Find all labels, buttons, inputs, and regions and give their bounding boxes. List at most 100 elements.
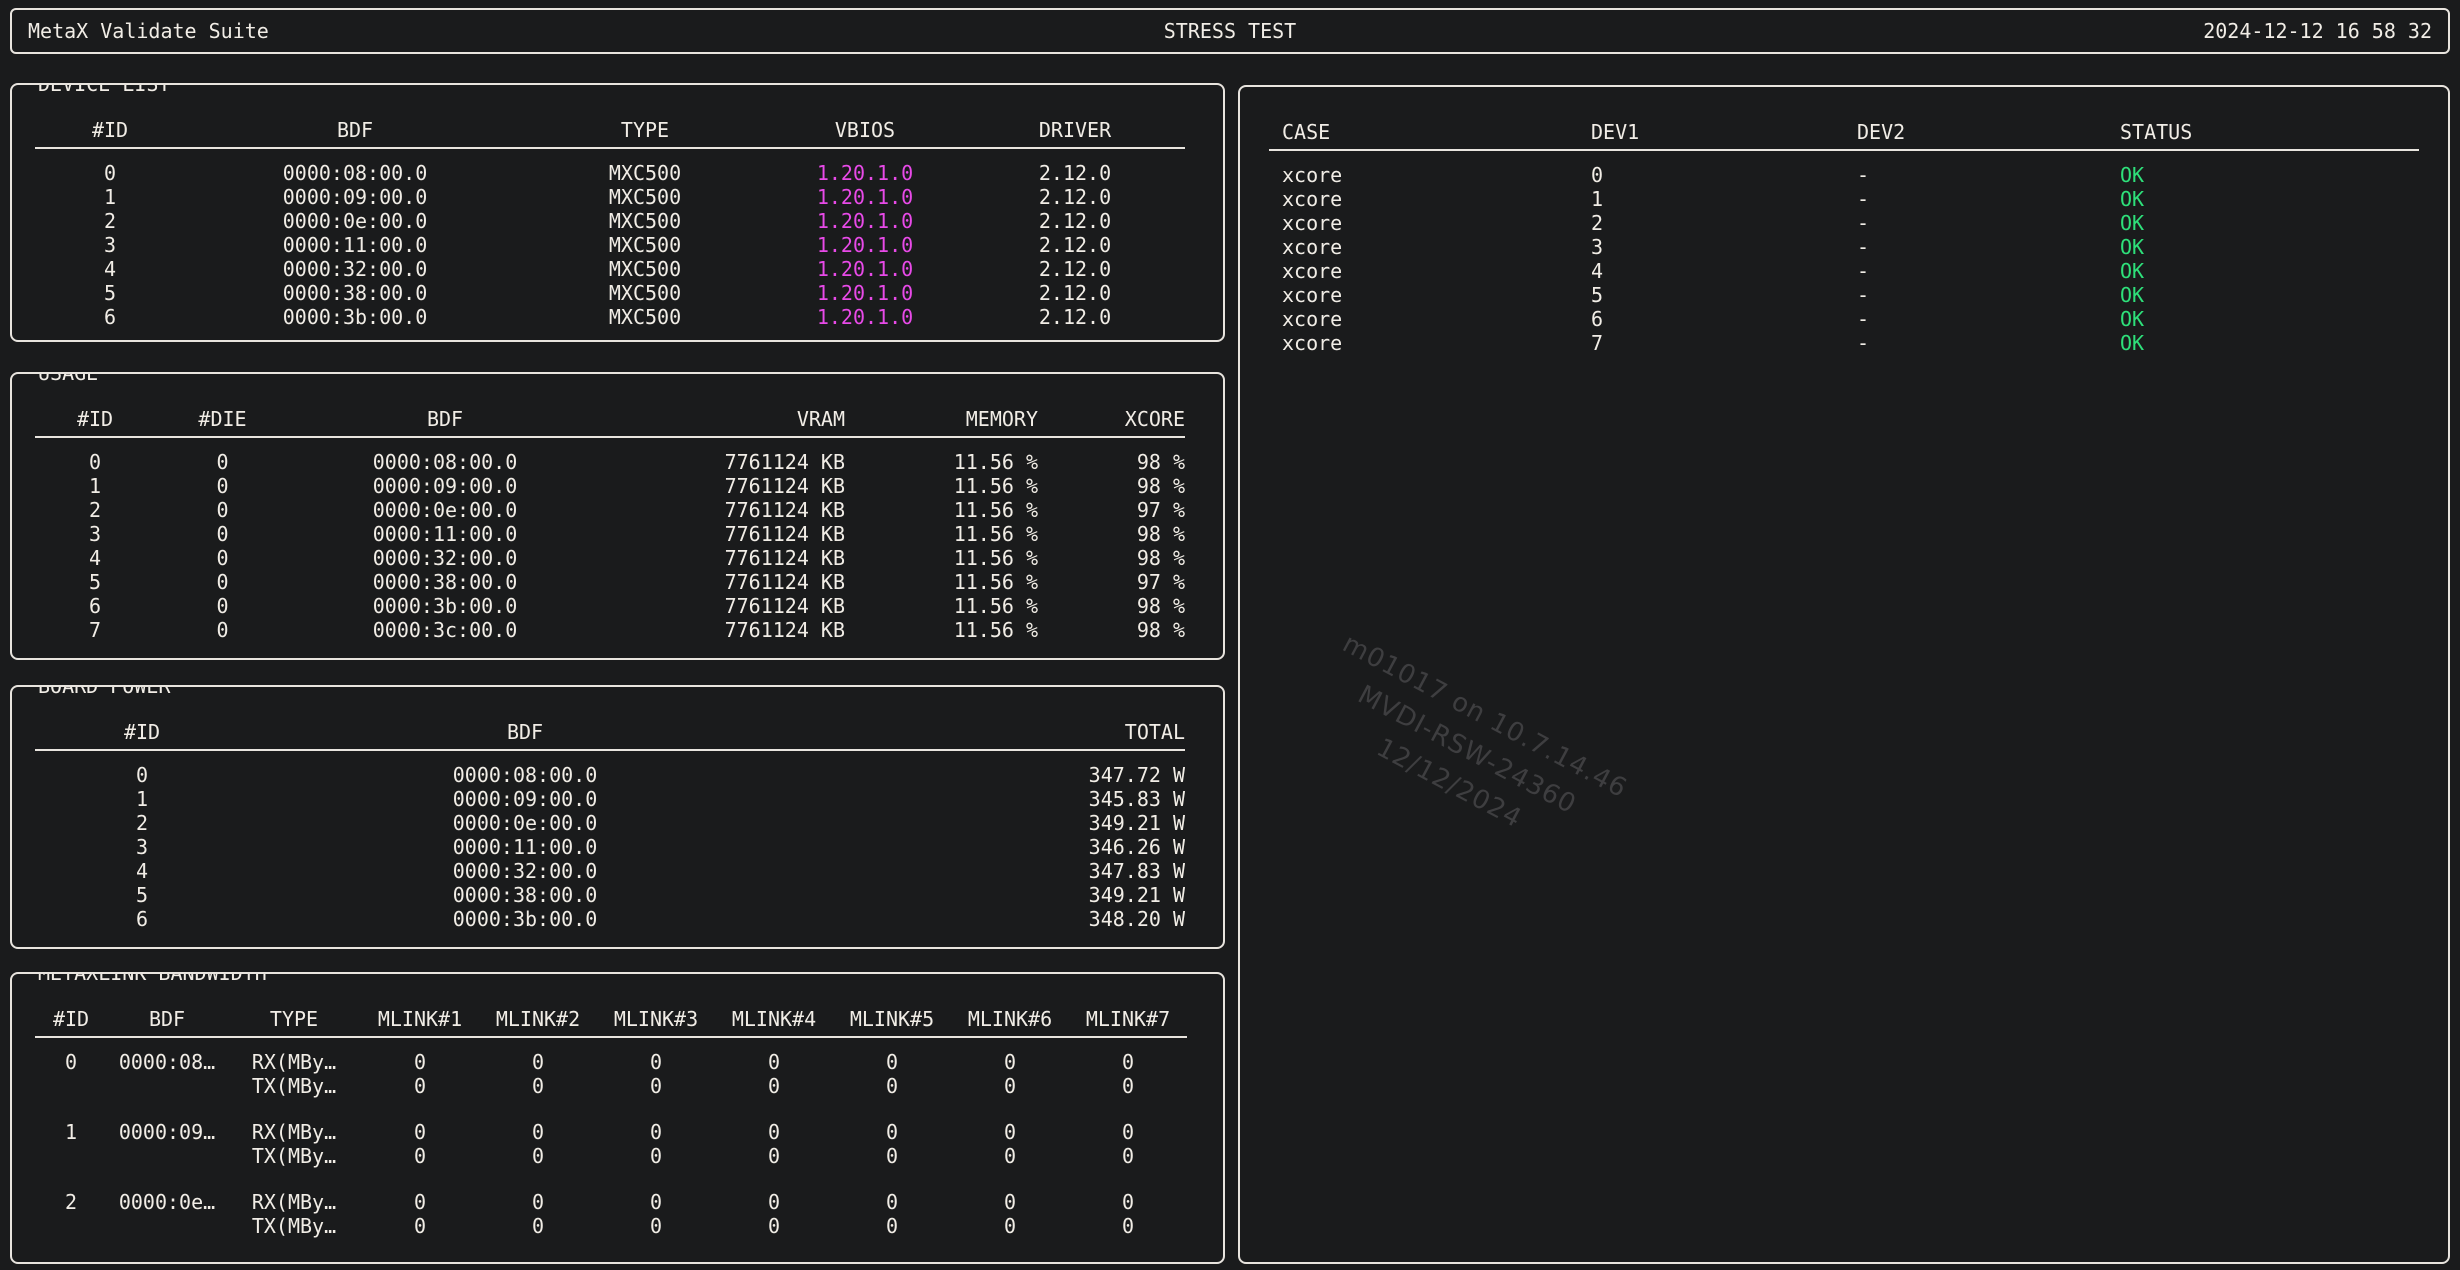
cell: 0: [833, 1120, 951, 1144]
cell: 3: [35, 233, 185, 257]
cell: -: [1844, 211, 2107, 235]
cell: -: [1844, 283, 2107, 307]
column-header: MEMORY: [845, 402, 1038, 436]
cell: 7761124 KB: [600, 498, 845, 522]
header-separator: [1269, 149, 2419, 163]
cell: 0: [715, 1120, 833, 1144]
cell: 0000:09…: [107, 1120, 227, 1144]
cell: 349.21 W: [801, 883, 1185, 907]
cell: 0000:3b:00.0: [290, 594, 600, 618]
cell: MXC500: [525, 209, 765, 233]
metaxlink-bandwidth-panel-title: METAXLINK BANDWIDTH: [28, 972, 277, 985]
cell: 346.26 W: [801, 835, 1185, 859]
cell: 1.20.1.0: [765, 233, 965, 257]
cell: 0: [35, 161, 185, 185]
cell: 0: [597, 1214, 715, 1238]
column-header: BDF: [249, 715, 801, 749]
cell: [35, 1144, 107, 1168]
cell: 0: [479, 1050, 597, 1074]
cell: 345.83 W: [801, 787, 1185, 811]
cell: 0000:3b:00.0: [249, 907, 801, 931]
cell: OK: [2107, 259, 2419, 283]
cell: 2.12.0: [965, 257, 1185, 281]
cell: xcore: [1269, 331, 1578, 355]
cell: 0: [951, 1190, 1069, 1214]
column-header: BDF: [290, 402, 600, 436]
cell: OK: [2107, 307, 2419, 331]
cell: 0: [361, 1214, 479, 1238]
column-header: #DIE: [155, 402, 290, 436]
cell: 0000:0e:00.0: [290, 498, 600, 522]
cell: 0000:11:00.0: [185, 233, 525, 257]
cell: xcore: [1269, 307, 1578, 331]
column-header: STATUS: [2107, 115, 2419, 149]
cell: 0: [833, 1190, 951, 1214]
cell: [107, 1074, 227, 1098]
cell: OK: [2107, 283, 2419, 307]
cell: 348.20 W: [801, 907, 1185, 931]
cell: 0: [155, 618, 290, 642]
cell: 7761124 KB: [600, 450, 845, 474]
cell: 0: [1578, 163, 1844, 187]
cell: 0: [715, 1190, 833, 1214]
cell: 7761124 KB: [600, 594, 845, 618]
cell: 0: [597, 1050, 715, 1074]
cell: 0000:0e:00.0: [185, 209, 525, 233]
row-spacer: [35, 1098, 1187, 1120]
cell: MXC500: [525, 161, 765, 185]
column-header: #ID: [35, 113, 185, 147]
cell: 349.21 W: [801, 811, 1185, 835]
column-header: MLINK#1: [361, 1002, 479, 1036]
column-header: VBIOS: [765, 113, 965, 147]
cell: 1.20.1.0: [765, 305, 965, 329]
cell: xcore: [1269, 187, 1578, 211]
cell: xcore: [1269, 211, 1578, 235]
cell: 0: [479, 1120, 597, 1144]
cell: 3: [1578, 235, 1844, 259]
cell: -: [1844, 235, 2107, 259]
cell: 0: [1069, 1214, 1187, 1238]
cell: 0: [951, 1120, 1069, 1144]
cell: 0: [951, 1074, 1069, 1098]
cell: 2: [35, 498, 155, 522]
cell: 0: [833, 1144, 951, 1168]
cell: 2: [1578, 211, 1844, 235]
cell: [107, 1144, 227, 1168]
cell: 2.12.0: [965, 161, 1185, 185]
cell: 0: [155, 570, 290, 594]
cell: 5: [1578, 283, 1844, 307]
cell: 0: [479, 1190, 597, 1214]
cell: 0000:38:00.0: [185, 281, 525, 305]
cell: 0: [35, 1050, 107, 1074]
column-header: MLINK#5: [833, 1002, 951, 1036]
cell: -: [1844, 307, 2107, 331]
cell: 0: [833, 1074, 951, 1098]
cell: 11.56 %: [845, 498, 1038, 522]
cell: 0000:38:00.0: [249, 883, 801, 907]
cell: 0000:32:00.0: [249, 859, 801, 883]
cell: 2: [35, 811, 249, 835]
column-header: TYPE: [525, 113, 765, 147]
column-header: TYPE: [227, 1002, 361, 1036]
cell: 97 %: [1038, 498, 1185, 522]
cell: 0000:32:00.0: [290, 546, 600, 570]
cell: 2.12.0: [965, 281, 1185, 305]
cell: 4: [35, 859, 249, 883]
cell: 7761124 KB: [600, 522, 845, 546]
cell: 4: [35, 546, 155, 570]
cell: 3: [35, 835, 249, 859]
cell: RX(MBy…: [227, 1120, 361, 1144]
column-header: DRIVER: [965, 113, 1185, 147]
column-header: CASE: [1269, 115, 1578, 149]
cell: 98 %: [1038, 594, 1185, 618]
column-header: DEV1: [1578, 115, 1844, 149]
cell: 11.56 %: [845, 522, 1038, 546]
cell: 0: [361, 1190, 479, 1214]
cell: MXC500: [525, 281, 765, 305]
cell: 0: [597, 1144, 715, 1168]
cell: 0: [479, 1074, 597, 1098]
cell: 98 %: [1038, 522, 1185, 546]
cell: 0: [361, 1050, 479, 1074]
cell: -: [1844, 187, 2107, 211]
clock-timestamp: 2024-12-12 16 58 32: [1631, 19, 2432, 43]
